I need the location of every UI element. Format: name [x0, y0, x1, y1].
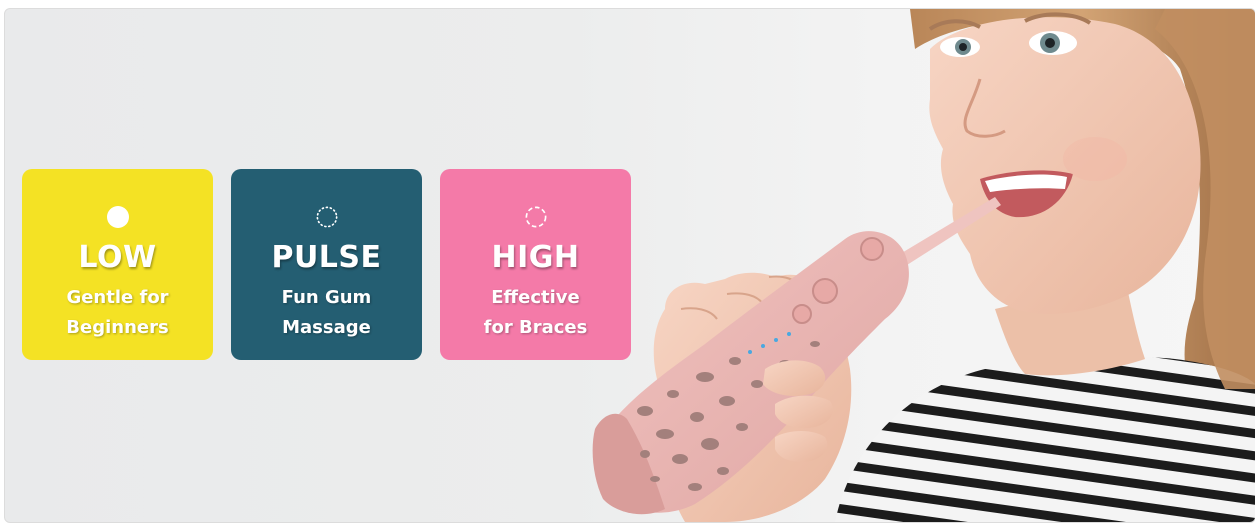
- mode-description-line: Massage: [282, 317, 371, 338]
- mode-card-low: LOW Gentle for Beginners: [22, 169, 213, 360]
- device-button: [792, 304, 812, 324]
- mode-description-line: for Braces: [483, 317, 588, 338]
- striped-shirt: [835, 357, 1255, 522]
- device-button: [860, 237, 884, 261]
- mode-card-high: HIGH Effective for Braces: [440, 169, 631, 360]
- mode-description-line: Effective: [491, 287, 580, 308]
- mode-description-line: Gentle for: [66, 287, 169, 308]
- mode-card-pulse: PULSE Fun Gum Massage: [231, 169, 422, 360]
- mode-description: Fun Gum Massage: [231, 283, 422, 343]
- mode-description: Gentle for Beginners: [22, 283, 213, 343]
- device-button: [812, 278, 838, 304]
- dashed-circle-icon: [525, 206, 546, 228]
- mode-description-line: Fun Gum: [281, 287, 372, 308]
- mode-title: PULSE: [271, 240, 382, 275]
- mode-title: HIGH: [491, 240, 580, 275]
- mode-description-line: Beginners: [66, 317, 169, 338]
- solid-circle-icon: [106, 206, 129, 228]
- dotted-circle-icon: [316, 206, 337, 228]
- mode-description: Effective for Braces: [440, 283, 631, 343]
- product-banner: LOW Gentle for Beginners PULSE Fun Gum M…: [4, 8, 1255, 523]
- mode-title: LOW: [78, 240, 157, 275]
